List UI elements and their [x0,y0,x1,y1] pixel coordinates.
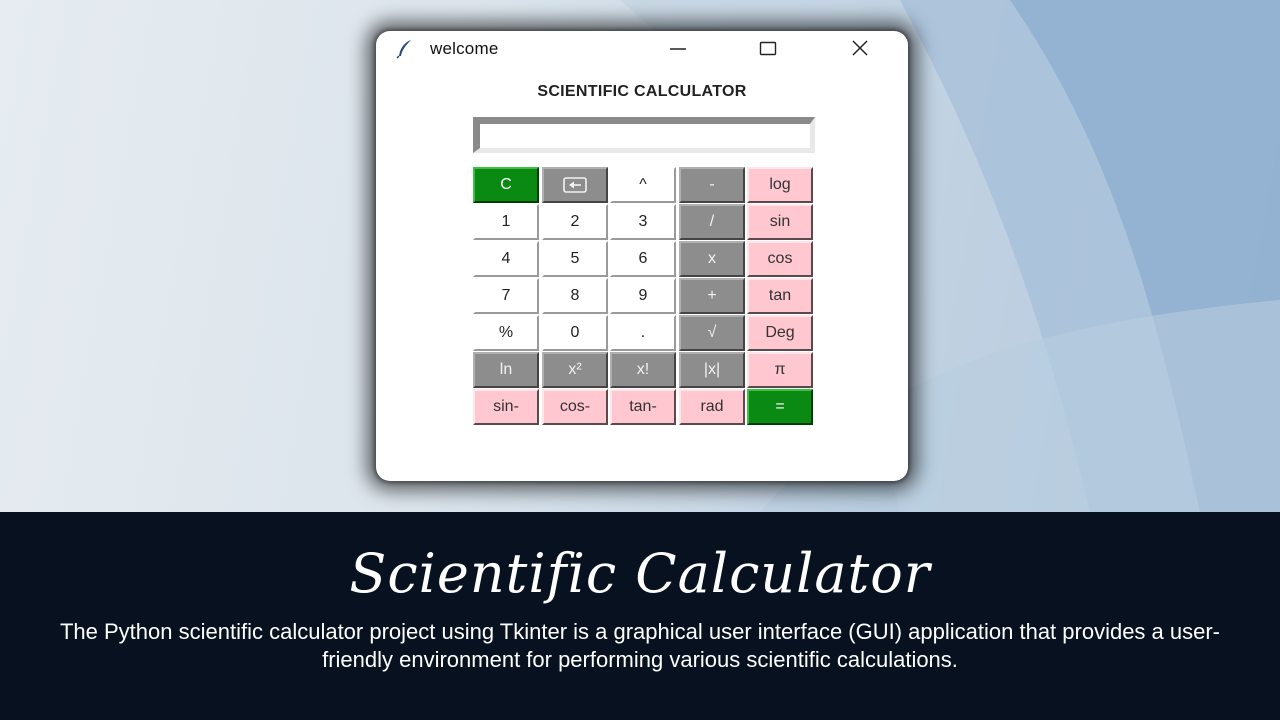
key-label: % [498,324,514,341]
key-button[interactable]: ^ [610,167,676,203]
close-icon [852,40,868,56]
key-label: ^ [639,176,647,193]
caption-title: Scientific Calculator [349,542,931,605]
key-label: 5 [570,250,580,267]
key-button[interactable]: sin [747,204,813,240]
key-button[interactable]: . [610,315,676,351]
key-label: sin [769,213,791,230]
key-label: 3 [638,213,648,230]
key-label: tan [768,287,792,304]
key-button[interactable]: C [473,167,539,203]
key-label: 8 [570,287,580,304]
key-button[interactable]: 1 [473,204,539,240]
key-label: log [769,176,791,193]
key-button[interactable]: log [747,167,813,203]
key-label: cos [767,250,793,267]
key-button[interactable]: rad [679,389,745,425]
key-label: = [775,398,785,415]
key-label: 1 [501,213,511,230]
close-button[interactable] [840,35,880,63]
key-button[interactable]: / [679,204,745,240]
key-label: 2 [570,213,580,230]
key-label: + [707,287,717,304]
calculator-heading: SCIENTIFIC CALCULATOR [537,83,747,100]
key-button[interactable]: π [747,352,813,388]
key-button[interactable]: 8 [542,278,608,314]
key-button[interactable]: % [473,315,539,351]
caption-panel: Scientific Calculator The Python scienti… [0,512,1280,720]
key-button[interactable]: 3 [610,204,676,240]
maximize-icon [759,41,777,56]
key-button[interactable]: x! [610,352,676,388]
key-label: 9 [638,287,648,304]
key-label: 0 [570,324,580,341]
key-button[interactable]: tan- [610,389,676,425]
key-label: tan- [629,398,657,415]
key-button[interactable]: x² [542,352,608,388]
key-label: x [708,250,716,267]
key-label: √ [707,324,717,341]
display-field[interactable] [473,117,815,153]
key-label: ln [499,361,513,378]
key-button[interactable]: 2 [542,204,608,240]
key-button[interactable]: 4 [473,241,539,277]
key-label: x! [636,361,650,378]
key-button[interactable]: ln [473,352,539,388]
key-button[interactable]: √ [679,315,745,351]
key-button[interactable]: Deg [747,315,813,351]
key-label: 7 [501,287,511,304]
maximize-button[interactable] [748,35,788,63]
key-label: cos- [559,398,591,415]
key-button[interactable]: - [679,167,745,203]
key-label: - [709,176,715,193]
key-label: π [774,361,786,378]
key-button[interactable]: tan [747,278,813,314]
key-label: rad [700,398,724,415]
window-titlebar[interactable]: welcome [376,31,908,67]
minimize-icon [670,48,686,50]
caption-description: The Python scientific calculator project… [59,619,1221,672]
key-button[interactable]: cos- [542,389,608,425]
key-label: 4 [501,250,511,267]
key-label: . [640,324,646,341]
key-button[interactable]: = [747,389,813,425]
key-button[interactable]: cos [747,241,813,277]
keypad: C ^ - log 1 2 3 / sin 4 5 6 x cos 7 8 9 + tan% 0. √ Deg ln x² x!… [473,167,818,427]
key-label: x² [568,361,582,378]
key-label: sin- [493,398,519,415]
key-label: C [500,176,512,193]
key-button[interactable]: 0 [542,315,608,351]
key-label: Deg [765,324,795,341]
key-button[interactable]: 9 [610,278,676,314]
backspace-button[interactable] [542,167,608,203]
key-button[interactable]: 5 [542,241,608,277]
window-title: welcome [430,39,499,58]
key-label: / [709,213,715,230]
key-button[interactable]: sin- [473,389,539,425]
minimize-button[interactable] [658,35,698,63]
backspace-icon [563,177,587,193]
key-label: |x| [703,361,721,378]
tk-feather-icon [396,40,411,59]
key-button[interactable]: x [679,241,745,277]
key-button[interactable]: 6 [610,241,676,277]
key-button[interactable]: + [679,278,745,314]
key-button[interactable]: |x| [679,352,745,388]
calculator-window: welcome SCIENTIFIC CALCULATOR C ^ - log 1 2 3 /… [376,31,908,481]
key-button[interactable]: 7 [473,278,539,314]
key-label: 6 [638,250,648,267]
